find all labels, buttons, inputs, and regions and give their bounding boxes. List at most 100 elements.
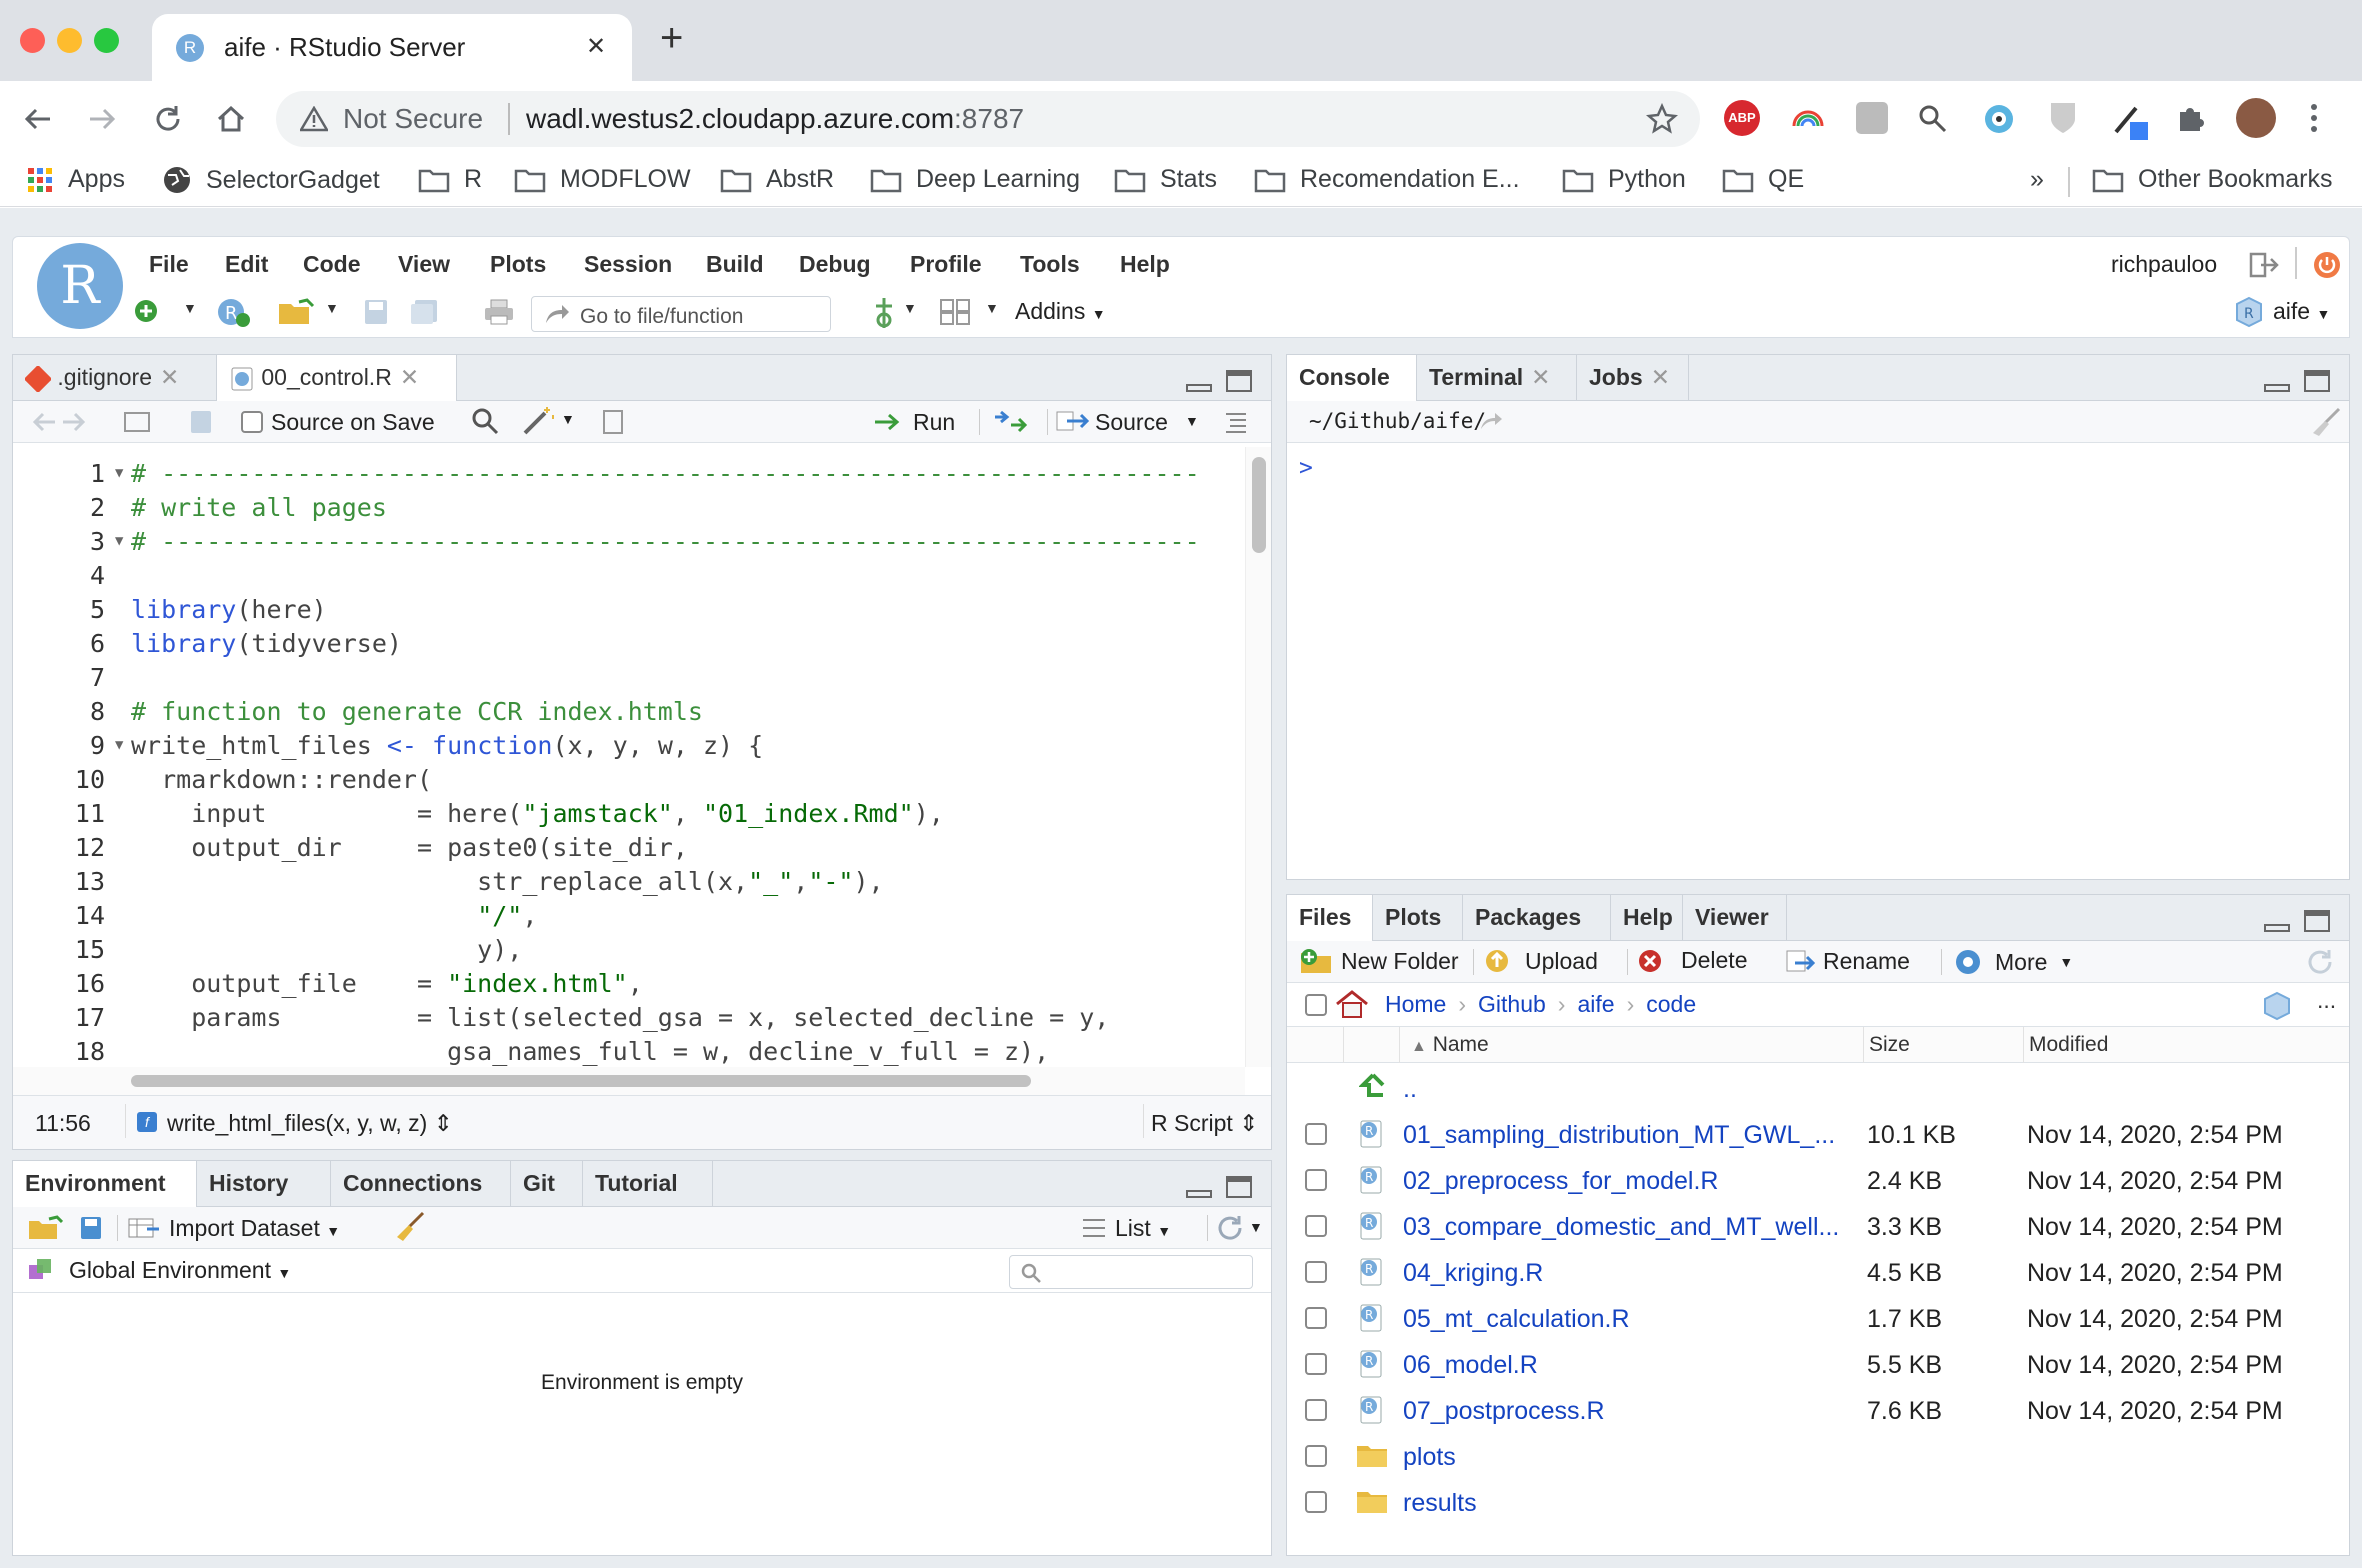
delete-button[interactable]: Delete	[1637, 947, 1747, 974]
function-navigator[interactable]: write_html_files(x, y, w, z) ⇕	[167, 1110, 453, 1137]
code-line[interactable]: # --------------------------------------…	[131, 527, 1200, 561]
layout-dropdown-icon[interactable]: ▼	[985, 300, 999, 316]
bookmark-apps[interactable]: Apps	[26, 165, 125, 194]
menu-file[interactable]: File	[149, 251, 189, 278]
code-editor[interactable]: 1 ▼ # ------------------------------------…	[13, 447, 1245, 1067]
pane-layout-icon[interactable]	[939, 298, 971, 326]
more-bookmarks-chevron[interactable]: »	[2030, 165, 2044, 194]
tab-files[interactable]: Files	[1287, 895, 1373, 942]
go-to-file-input[interactable]: Go to file/function	[531, 296, 831, 332]
file-checkbox[interactable]	[1305, 1261, 1327, 1283]
reload-icon[interactable]	[152, 103, 184, 135]
file-row[interactable]: R 01_sampling_distribution_MT_GWL_... 10.1…	[1287, 1113, 2349, 1159]
breadcrumb-home[interactable]: Home	[1385, 991, 1446, 1018]
menu-help[interactable]: Help	[1120, 251, 1170, 278]
tab-gitignore[interactable]: .gitignore ✕	[13, 355, 217, 401]
load-workspace-icon[interactable]	[27, 1215, 63, 1241]
save-workspace-icon[interactable]	[79, 1215, 103, 1241]
menu-code[interactable]: Code	[303, 251, 361, 278]
browser-tab[interactable]: R aife · RStudio Server ✕	[152, 14, 632, 81]
bookmark-other[interactable]: Other Bookmarks	[2092, 165, 2333, 194]
minimize-pane-icon[interactable]	[2263, 909, 2291, 935]
compile-report-icon[interactable]	[601, 409, 625, 435]
scroll-thumb[interactable]	[1252, 457, 1266, 553]
save-icon[interactable]	[363, 298, 389, 326]
tab-history[interactable]: History	[197, 1161, 331, 1207]
column-modified-header[interactable]: Modified	[2029, 1033, 2108, 1057]
fold-toggle-icon[interactable]: ▼	[115, 737, 123, 753]
menu-profile[interactable]: Profile	[910, 251, 982, 278]
menu-tools[interactable]: Tools	[1020, 251, 1080, 278]
close-tab-icon[interactable]: ✕	[400, 364, 419, 390]
code-line[interactable]: params = list(selected_gsa = x, selected…	[131, 1003, 1109, 1037]
refresh-icon[interactable]	[1215, 1213, 1245, 1243]
file-name[interactable]: 01_sampling_distribution_MT_GWL_...	[1403, 1121, 1835, 1150]
bookmark-folder-stats[interactable]: Stats	[1114, 165, 1217, 194]
file-row[interactable]: R 03_compare_domestic_and_MT_well... 3.3 K…	[1287, 1205, 2349, 1251]
maximize-pane-icon[interactable]	[2303, 369, 2331, 395]
forward-arrow-icon[interactable]	[86, 103, 118, 135]
column-name-header[interactable]: ▲ Name	[1411, 1033, 1489, 1057]
bookmark-star-icon[interactable]	[1646, 103, 1678, 135]
back-forward-nav-icon[interactable]	[31, 411, 87, 433]
editor-horizontal-scrollbar[interactable]	[13, 1067, 1245, 1095]
home-icon[interactable]	[215, 103, 247, 135]
tab-terminal[interactable]: Terminal ✕	[1417, 355, 1577, 401]
vcs-dropdown-icon[interactable]: ▼	[903, 300, 917, 316]
refresh-dropdown-icon[interactable]: ▼	[1249, 1219, 1263, 1235]
bookmark-folder-recommendation[interactable]: Recomendation E...	[1254, 165, 1520, 194]
code-line[interactable]: # --------------------------------------…	[131, 459, 1200, 493]
menu-debug[interactable]: Debug	[799, 251, 871, 278]
code-line[interactable]: input = here("jamstack", "01_index.Rmd")…	[131, 799, 959, 833]
tab-00-control-r[interactable]: 00_control.R ✕	[217, 355, 457, 402]
maximize-pane-icon[interactable]	[1225, 1175, 1253, 1201]
save-file-icon[interactable]	[189, 409, 213, 435]
file-checkbox[interactable]	[1305, 1123, 1327, 1145]
file-checkbox[interactable]	[1305, 1399, 1327, 1421]
back-arrow-icon[interactable]	[22, 103, 54, 135]
vcs-icon[interactable]	[871, 296, 897, 330]
code-line[interactable]: output_dir = paste0(site_dir,	[131, 833, 688, 867]
file-name[interactable]: plots	[1403, 1443, 1456, 1472]
adblock-extension-icon[interactable]: ABP	[1724, 100, 1760, 136]
code-line[interactable]: rmarkdown::render(	[131, 765, 432, 799]
new-tab-button[interactable]: +	[660, 16, 683, 61]
search-icon[interactable]	[471, 407, 499, 435]
show-in-window-icon[interactable]	[123, 409, 153, 435]
maximize-pane-icon[interactable]	[1225, 369, 1253, 395]
rainbow-extension-icon[interactable]	[1790, 104, 1826, 132]
close-tab-icon[interactable]: ✕	[586, 32, 606, 61]
file-name[interactable]: 04_kriging.R	[1403, 1259, 1543, 1288]
file-name[interactable]: 07_postprocess.R	[1403, 1397, 1605, 1426]
close-tab-icon[interactable]: ✕	[160, 364, 179, 390]
bookmark-folder-qe[interactable]: QE	[1722, 165, 1804, 194]
project-cube-icon[interactable]	[2263, 991, 2291, 1021]
source-button[interactable]: Source	[1095, 409, 1168, 436]
file-name[interactable]: 06_model.R	[1403, 1351, 1538, 1380]
minimize-pane-icon[interactable]	[1185, 1175, 1213, 1201]
outline-icon[interactable]	[1223, 409, 1249, 435]
open-file-dropdown-icon[interactable]: ▼	[325, 300, 339, 316]
file-row[interactable]: R 07_postprocess.R 7.6 KB Nov 14, 2020, 2:5…	[1287, 1389, 2349, 1435]
rerun-icon[interactable]	[991, 409, 1031, 433]
new-file-icon[interactable]	[133, 298, 159, 324]
run-button[interactable]: Run	[913, 409, 955, 436]
code-line[interactable]: str_replace_all(x,"_","-"),	[131, 867, 883, 901]
selector-extension-icon[interactable]	[1916, 102, 1950, 136]
code-line[interactable]: # write all pages	[131, 493, 387, 527]
source-dropdown-icon[interactable]: ▼	[1185, 413, 1199, 429]
addins-menu[interactable]: Addins ▼	[1015, 298, 1106, 325]
global-environment-dropdown[interactable]: Global Environment ▼	[69, 1257, 291, 1284]
bookmark-folder-modflow[interactable]: MODFLOW	[514, 165, 691, 194]
close-window-button[interactable]	[20, 28, 45, 53]
console-output[interactable]: >	[1287, 443, 2349, 879]
file-checkbox[interactable]	[1305, 1445, 1327, 1467]
tab-environment[interactable]: Environment	[13, 1161, 197, 1208]
maximize-window-button[interactable]	[94, 28, 119, 53]
file-row[interactable]: plots	[1287, 1435, 2349, 1481]
file-type-selector[interactable]: R Script ⇕	[1151, 1110, 1258, 1137]
file-row[interactable]: results	[1287, 1481, 2349, 1527]
file-row[interactable]: R 02_preprocess_for_model.R 2.4 KB Nov 14, …	[1287, 1159, 2349, 1205]
source-on-save-checkbox[interactable]	[241, 411, 263, 433]
tab-packages[interactable]: Packages	[1463, 895, 1611, 941]
